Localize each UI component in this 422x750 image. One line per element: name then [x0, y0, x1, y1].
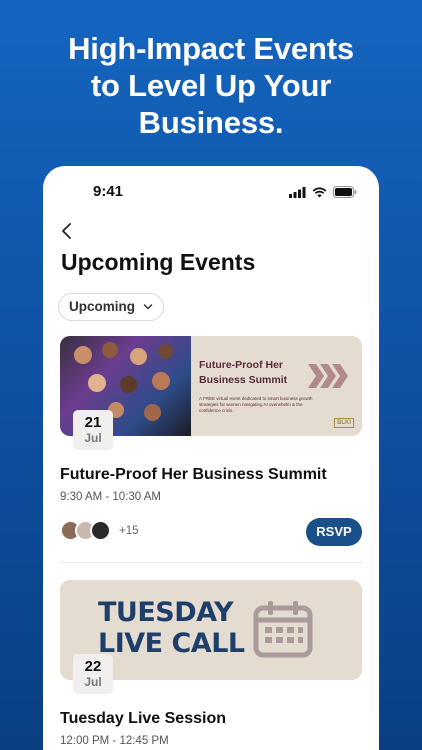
signal-icon	[289, 186, 306, 198]
attendee-more-count: +15	[119, 524, 139, 537]
date-badge: 21 Jul	[73, 410, 113, 450]
filter-label: Upcoming	[69, 299, 135, 314]
avatar	[90, 520, 111, 541]
chevron-down-icon	[143, 304, 153, 310]
divider	[60, 562, 362, 563]
date-badge: 22 Jul	[73, 654, 113, 694]
event-title[interactable]: Tuesday Live Session	[60, 710, 226, 728]
filter-dropdown[interactable]: Upcoming	[58, 293, 164, 321]
date-month: Jul	[84, 431, 102, 445]
attendee-avatars[interactable]: +15	[60, 520, 139, 541]
event-time: 12:00 PM - 12:45 PM	[60, 735, 169, 747]
headline-line-2: to Level Up Your	[90, 68, 332, 103]
banner-promo: Future-Proof Her Business Summit A FREE …	[191, 336, 362, 436]
banner-blurb: A FREE virtual event dedicated to smart …	[199, 396, 313, 413]
event-card[interactable]: Future-Proof Her Business Summit A FREE …	[60, 336, 362, 563]
wifi-icon	[312, 187, 327, 197]
date-month: Jul	[84, 675, 102, 689]
banner-text-line-1: TUESDAY	[98, 597, 234, 628]
back-chevron-icon[interactable]	[57, 220, 79, 242]
page-title: Upcoming Events	[61, 249, 256, 275]
brand-logo: BLKI	[334, 418, 354, 428]
battery-icon	[333, 186, 357, 198]
headline-line-3: Business.	[138, 105, 284, 140]
status-icons	[289, 186, 357, 198]
rsvp-button[interactable]: RSVP	[306, 518, 362, 546]
headline-line-1: High-Impact Events	[68, 31, 354, 66]
status-bar: 9:41	[43, 166, 379, 214]
event-title[interactable]: Future-Proof Her Business Summit	[60, 466, 327, 484]
banner-text: TUESDAY LIVE CALL	[98, 597, 245, 659]
date-day: 21	[84, 414, 102, 431]
status-time: 9:41	[93, 183, 124, 200]
calendar-icon	[253, 601, 313, 658]
banner-text-line-2: LIVE CALL	[98, 628, 245, 659]
event-time: 9:30 AM - 10:30 AM	[60, 491, 162, 503]
chevrons-right-icon	[308, 364, 348, 388]
event-card[interactable]: TUESDAY LIVE CALL 22 Jul Tuesday Live Se…	[60, 580, 362, 747]
marketing-headline: High-Impact Events to Level Up Your Busi…	[0, 30, 422, 141]
date-day: 22	[84, 658, 102, 675]
phone-screen: 9:41 Upcoming Events Upcoming Future-Pro…	[43, 166, 379, 750]
